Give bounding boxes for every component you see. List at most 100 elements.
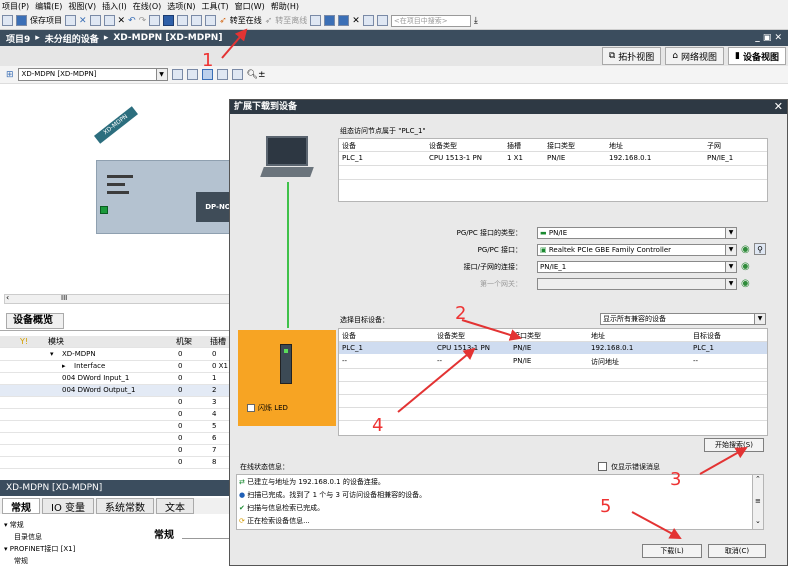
stop-cpu-icon[interactable] (338, 15, 350, 26)
table-row[interactable]: PLC_1 CPU 1513-1 PN PN/IE 192.168.0.1 PL… (339, 342, 767, 354)
tab-system-constants[interactable]: 系统常数 (96, 498, 154, 514)
scroll-grip-icon[interactable]: III (61, 294, 67, 302)
canvas-horizontal-scrollbar[interactable]: ‹ III (4, 293, 236, 304)
overview-sort-icon[interactable]: Y! (20, 336, 28, 347)
menu-online[interactable]: 在线(O) (133, 1, 162, 12)
chevron-down-icon[interactable]: ▼ (725, 262, 736, 272)
menu-project[interactable]: 项目(P) (2, 1, 29, 12)
project-search-input[interactable]: <在项目中搜索> (390, 14, 471, 27)
properties-icon[interactable]: ◉ (741, 244, 750, 255)
chevron-down-icon[interactable]: ▼ (725, 245, 736, 255)
gateway-select[interactable]: ▼ (537, 278, 737, 290)
breadcrumb-group[interactable]: 未分组的设备 (45, 32, 99, 45)
table-row[interactable]: 0 7 (0, 445, 236, 457)
save-icon[interactable] (16, 15, 27, 26)
simulation-icon[interactable] (191, 15, 203, 26)
tree-item-general[interactable]: ▾ 常规 (4, 520, 24, 530)
go-offline-button[interactable]: 转至离线 (275, 15, 307, 26)
paste-icon[interactable] (103, 15, 115, 26)
scroll-down-icon[interactable]: ⌄ (755, 517, 761, 525)
tab-texts[interactable]: 文本 (156, 498, 194, 514)
gateway-properties-icon[interactable]: ◉ (741, 278, 750, 289)
split-vertical-icon[interactable] (376, 15, 388, 26)
start-cpu-icon[interactable] (324, 15, 336, 26)
new-project-icon[interactable] (2, 15, 13, 26)
compile-icon[interactable] (149, 15, 161, 26)
table-row[interactable]: 0 8 (0, 457, 236, 469)
target-filter-select[interactable]: 显示所有兼容的设备 ▼ (600, 313, 766, 325)
print-icon[interactable] (65, 15, 76, 26)
redo-icon[interactable]: ↷ (139, 16, 147, 26)
window-controls-icon[interactable]: _ ▣ ✕ (755, 33, 782, 43)
tab-io-tags[interactable]: IO 变量 (42, 498, 94, 514)
tree-expand-icon[interactable]: ▾ (4, 545, 8, 553)
zoom-icon[interactable]: 🔍︎± (247, 70, 266, 80)
tree-item-catalog[interactable]: 目录信息 (14, 532, 42, 542)
tab-general[interactable]: 常规 (2, 498, 40, 514)
collapse-icon[interactable]: ▸ (62, 361, 66, 372)
breadcrumb-device[interactable]: XD-MDPN [XD-MDPN] (113, 33, 222, 43)
overview-col-rack[interactable]: 机架 (176, 336, 192, 347)
tree-item-profinet[interactable]: ▾ PROFINET接口 [X1] (4, 544, 75, 554)
accessible-devices-icon[interactable] (310, 15, 322, 26)
table-row[interactable]: ▸ Interface 0 0 X1 (0, 361, 236, 373)
grid-icon[interactable] (216, 69, 228, 80)
close-icon[interactable]: ✕ (774, 100, 783, 113)
menu-help[interactable]: 帮助(H) (271, 1, 299, 12)
tree-expand-icon[interactable]: ▾ (4, 521, 8, 529)
rack-view-icon[interactable] (171, 69, 183, 80)
errors-only-checkbox[interactable] (598, 462, 607, 471)
show-labels-icon[interactable] (186, 69, 198, 80)
scroll-up-icon[interactable]: ⌃ (755, 475, 761, 483)
menu-view[interactable]: 视图(V) (68, 1, 96, 12)
simulation-stop-icon[interactable] (205, 15, 217, 26)
download-button[interactable]: 下载(L) (642, 544, 702, 558)
expand-icon[interactable]: ▾ (50, 349, 54, 360)
menu-edit[interactable]: 编辑(E) (35, 1, 62, 12)
menu-options[interactable]: 选项(N) (167, 1, 195, 12)
tab-topology-view[interactable]: ⧉ 拓扑视图 (601, 47, 662, 65)
subnet-properties-icon[interactable]: ◉ (741, 261, 750, 272)
table-row[interactable]: 004 DWord Input_1 0 1 (0, 373, 236, 385)
overview-col-slot[interactable]: 插槽 (210, 336, 226, 347)
cancel-button[interactable]: 取消(C) (708, 544, 766, 558)
table-row[interactable]: 0 4 (0, 409, 236, 421)
search-icon[interactable]: ⚲ (754, 243, 766, 255)
save-project-button[interactable]: 保存项目 (30, 15, 62, 26)
menu-insert[interactable]: 插入(I) (102, 1, 127, 12)
breadcrumb-project[interactable]: 项目9 (6, 32, 30, 45)
start-search-button[interactable]: 开始搜索(S) (704, 438, 764, 452)
table-row[interactable]: 0 6 (0, 433, 236, 445)
copy-icon[interactable] (89, 15, 101, 26)
table-row[interactable]: 0 5 (0, 421, 236, 433)
device-view-toggle-icon[interactable]: ⊞ (6, 70, 14, 80)
pgpc-iface-select[interactable]: ▣ Realtek PCIe GBE Family Controller ▼ (537, 244, 737, 256)
chevron-down-icon[interactable]: ▼ (754, 314, 765, 324)
chevron-down-icon[interactable]: ▼ (725, 279, 736, 289)
menu-tools[interactable]: 工具(T) (201, 1, 228, 12)
tree-item-general-sub[interactable]: 常规 (14, 556, 28, 566)
scroll-left-icon[interactable]: ‹ (6, 293, 9, 302)
table-row[interactable]: 004 DWord Output_1 0 2 (0, 385, 236, 397)
pgpc-type-select[interactable]: ▬ PN/IE ▼ (537, 227, 737, 239)
status-scrollbar[interactable]: ⌃ ≡ ⌄ (752, 474, 764, 530)
search-go-icon[interactable]: ⤓ (474, 16, 478, 26)
chevron-down-icon[interactable]: ▼ (725, 228, 736, 238)
go-online-button[interactable]: 转至在线 (230, 15, 262, 26)
overview-col-module[interactable]: 模块 (48, 336, 64, 347)
upload-icon[interactable] (177, 15, 189, 26)
undo-icon[interactable]: ↶ (128, 16, 136, 26)
tab-device-view[interactable]: ▮ 设备视图 (728, 47, 786, 65)
split-horizontal-icon[interactable] (362, 15, 374, 26)
menu-window[interactable]: 窗口(W) (235, 1, 265, 12)
delete-icon[interactable]: ✕ (118, 16, 126, 26)
chevron-down-icon[interactable]: ▼ (155, 69, 167, 80)
zoom-fit-icon[interactable] (231, 69, 243, 80)
scroll-grip-icon[interactable]: ≡ (755, 497, 761, 505)
table-row[interactable]: ▾ XD-MDPN 0 0 (0, 349, 236, 361)
download-to-device-icon[interactable] (163, 15, 175, 26)
cut-icon[interactable]: ✕ (79, 16, 87, 26)
table-row[interactable]: 0 3 (0, 397, 236, 409)
subnet-select[interactable]: PN/IE_1 ▼ (537, 261, 737, 273)
tab-network-view[interactable]: ⌂ 网络视图 (665, 47, 725, 65)
